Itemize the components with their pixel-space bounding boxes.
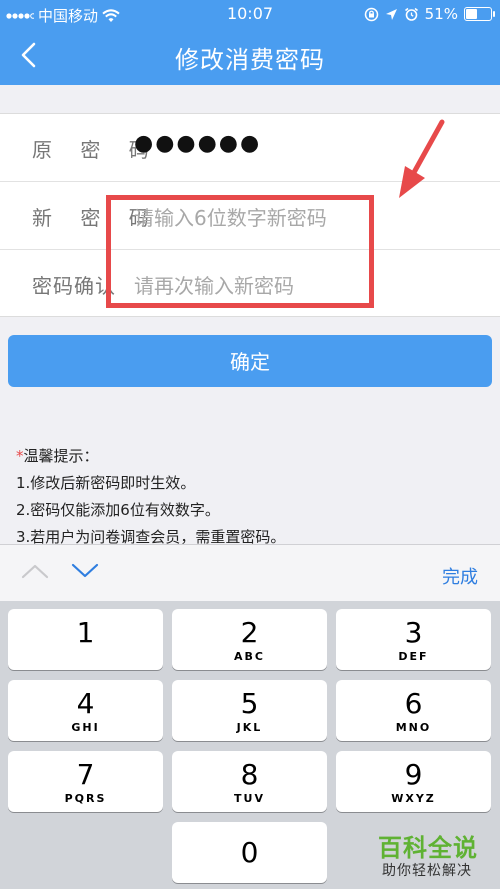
key-number: 0 [240,836,259,869]
alarm-icon [404,7,418,21]
key-letters: JKL [236,721,263,734]
key-number: 8 [240,758,259,791]
tips-section: *温馨提示： 1.修改后新密码即时生效。 2.密码仅能添加6位有效数字。 3.若… [16,443,285,551]
watermark-logo: 百科全说 助你轻松解决 [366,826,494,884]
key-7[interactable]: 7 PQRS [8,751,163,812]
watermark-title: 百科全说 [378,834,478,862]
key-number: 3 [404,616,423,649]
battery-percent: 51% [424,5,458,23]
battery-level [466,9,477,19]
chevron-up-icon[interactable] [20,561,50,581]
annotation-arrow-icon [399,119,445,198]
key-2[interactable]: 2 ABC [172,609,327,670]
key-1[interactable]: 1 [8,609,163,670]
tips-title: *温馨提示： [16,443,285,470]
confirm-password-label: 密码确认 [32,274,116,298]
key-number: 1 [76,616,95,649]
key-4[interactable]: 4 GHI [8,680,163,741]
status-bar: 中国移动 10:07 51% [0,0,500,28]
chevron-down-icon[interactable] [70,561,100,581]
old-password-input[interactable]: ●●●●●● [134,131,261,156]
done-button[interactable]: 完成 [442,563,478,589]
key-number: 4 [76,687,95,720]
key-6[interactable]: 6 MNO [336,680,491,741]
tip-item: 1.修改后新密码即时生效。 [16,474,196,492]
key-number: 5 [240,687,259,720]
tip-item: 2.密码仅能添加6位有效数字。 [16,501,220,519]
app-header: 中国移动 10:07 51% 修改消费密码 [0,0,500,85]
key-letters: WXYZ [391,792,436,805]
key-letters: GHI [71,721,100,734]
key-letters: PQRS [64,792,107,805]
keyboard-accessory-bar: 完成 [0,544,500,602]
watermark-subtitle: 助你轻松解决 [382,863,472,879]
key-3[interactable]: 3 DEF [336,609,491,670]
battery-icon [464,7,495,21]
tips-title-text: 温馨提示： [23,447,99,465]
status-right: 51% [364,5,495,23]
key-number: 7 [76,758,95,791]
key-5[interactable]: 5 JKL [172,680,327,741]
key-letters: MNO [395,721,432,734]
page-title: 修改消费密码 [175,46,325,74]
confirm-button[interactable]: 确定 [8,335,492,387]
key-letters: ABC [234,650,265,663]
rotation-lock-icon [364,7,378,21]
key-number: 2 [240,616,259,649]
location-icon [385,8,397,20]
key-0[interactable]: 0 [172,822,327,883]
key-9[interactable]: 9 WXYZ [336,751,491,812]
key-number: 9 [404,758,423,791]
required-star: * [16,447,24,465]
annotation-highlight-box [106,195,374,308]
key-letters: TUV [234,792,265,805]
key-8[interactable]: 8 TUV [172,751,327,812]
key-number: 6 [404,687,423,720]
key-letters: DEF [398,650,429,663]
